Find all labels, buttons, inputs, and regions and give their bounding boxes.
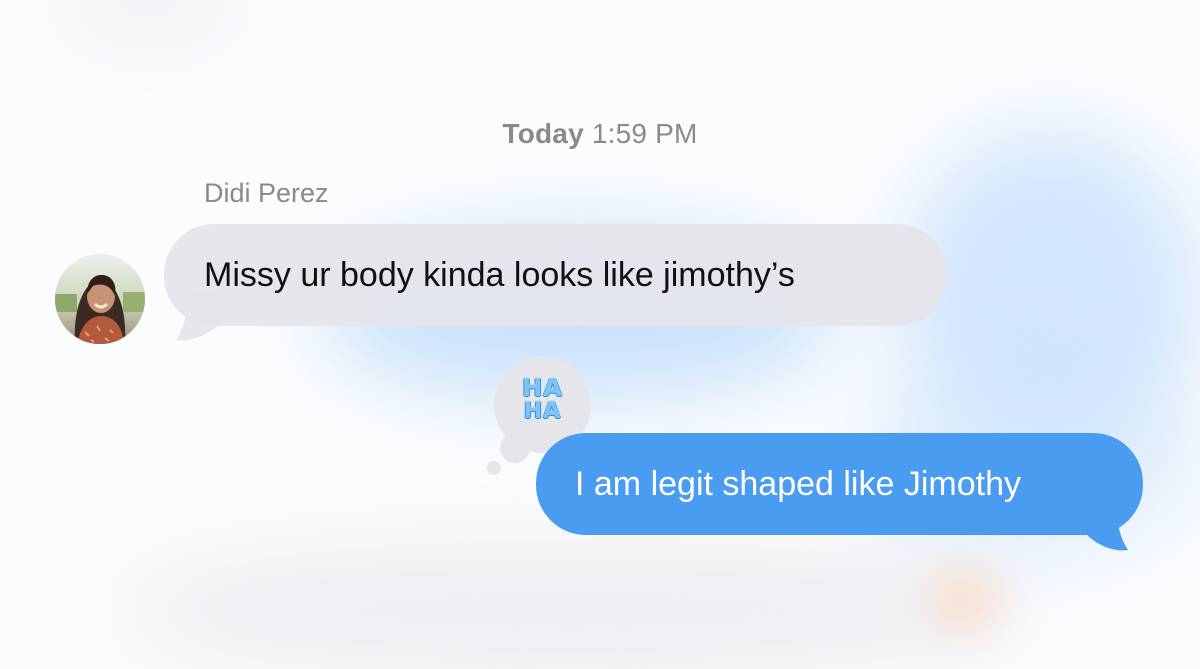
haha-reaction-icon: HA HA bbox=[494, 376, 591, 424]
background-blur bbox=[120, 540, 1020, 669]
background-blur bbox=[900, 130, 1200, 460]
tapback-trail-dot bbox=[487, 461, 501, 475]
incoming-message-bubble[interactable]: Missy ur body kinda looks like jimothy’s bbox=[164, 224, 947, 326]
messages-screen: Today 1:59 PM Didi Perez Missy ur body k… bbox=[0, 0, 1200, 669]
sender-name: Didi Perez bbox=[204, 178, 329, 208]
background-blur bbox=[60, 0, 240, 40]
background-blur bbox=[930, 570, 1000, 630]
contact-photo-icon bbox=[55, 254, 145, 344]
timestamp-day: Today bbox=[502, 118, 584, 149]
outgoing-message-bubble[interactable]: I am legit shaped like Jimothy bbox=[536, 433, 1143, 535]
incoming-message-text: Missy ur body kinda looks like jimothy’s bbox=[204, 256, 795, 294]
message-timestamp: Today 1:59 PM bbox=[0, 118, 1200, 150]
haha-line2: HA bbox=[523, 399, 562, 424]
avatar[interactable] bbox=[55, 254, 145, 344]
timestamp-time: 1:59 PM bbox=[591, 118, 698, 149]
outgoing-message-text: I am legit shaped like Jimothy bbox=[575, 465, 1021, 503]
haha-line1: HA bbox=[522, 374, 563, 402]
